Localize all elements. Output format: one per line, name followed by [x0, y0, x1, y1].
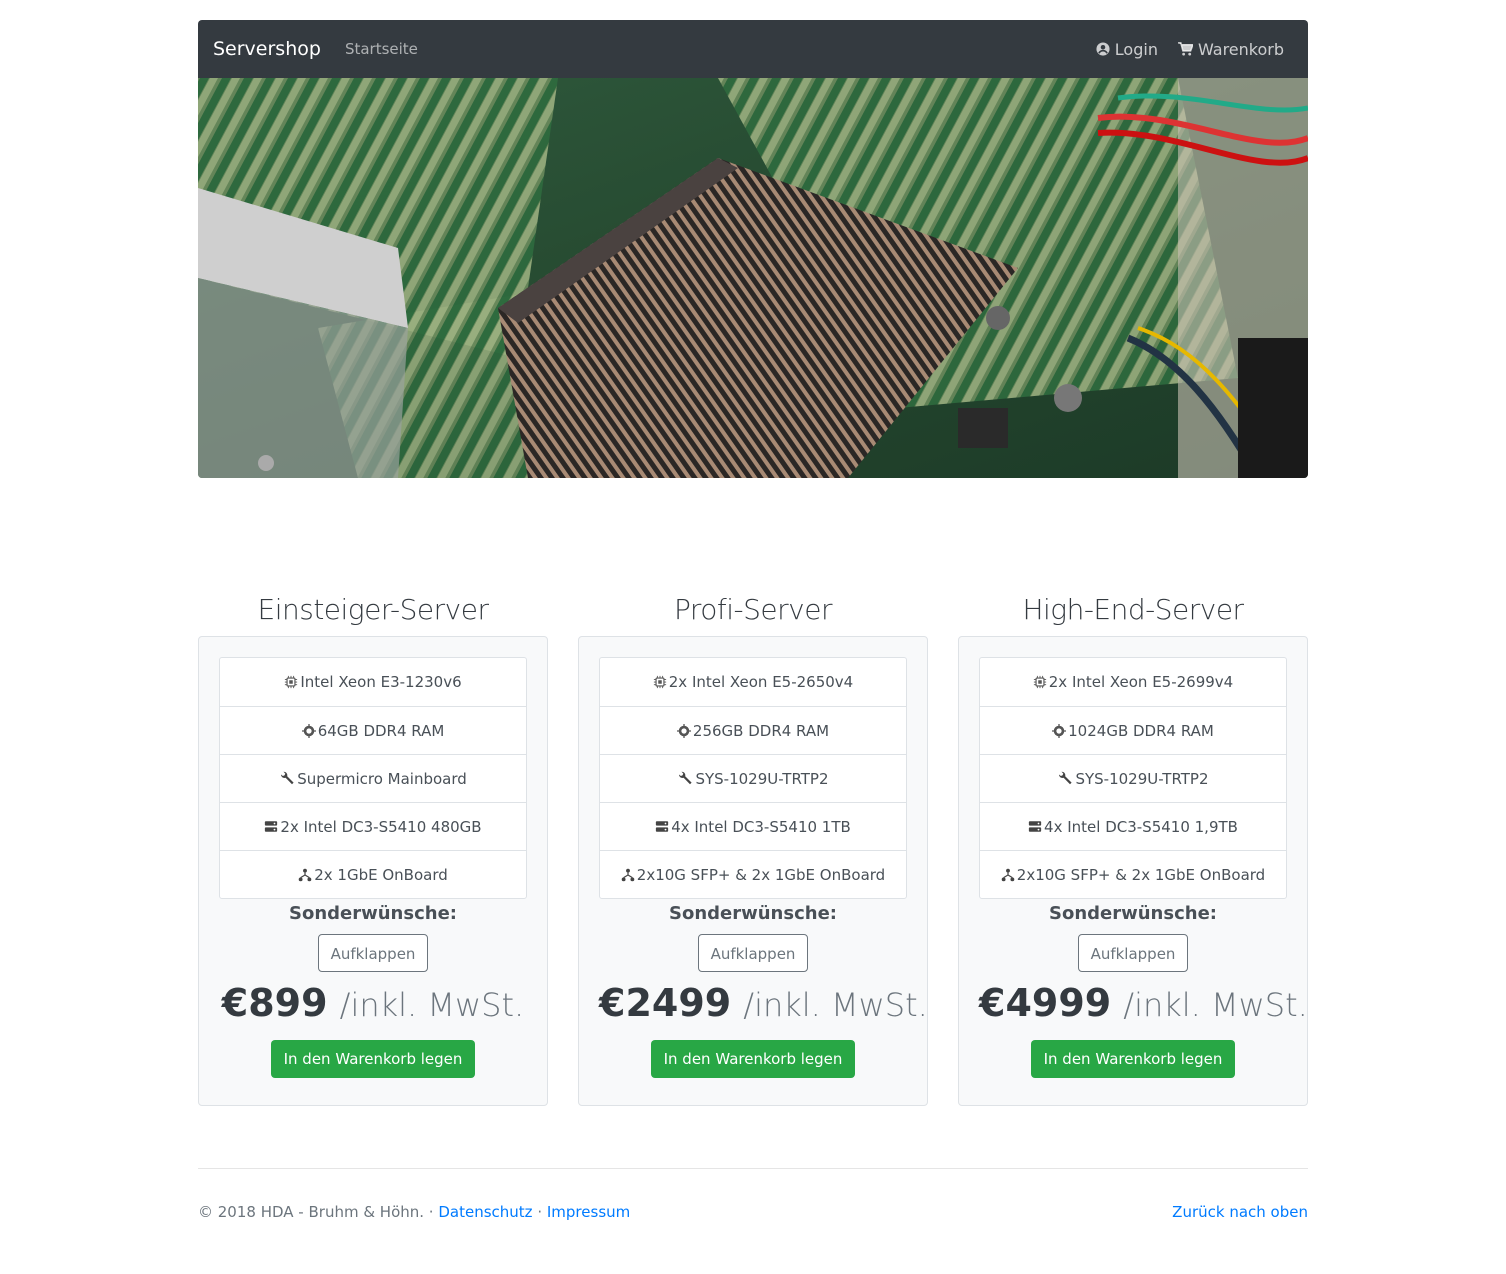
- plan-card-profi: Profi-Server 2x Intel Xeon E5-2650v4 256…: [578, 590, 928, 1106]
- feature-mainboard: SYS-1029U-TRTP2: [600, 754, 906, 802]
- feature-cpu: 2x Intel Xeon E5-2699v4: [980, 658, 1286, 706]
- add-to-cart-button[interactable]: In den Warenkorb legen: [650, 1040, 856, 1078]
- price: €2499 /inkl. MwSt.: [599, 978, 928, 1028]
- footer-left: © 2018 HDA - Bruhm & Höhn. · Datenschutz…: [198, 1203, 630, 1229]
- storage-icon: [264, 820, 278, 833]
- nav-home-link[interactable]: Startseite: [345, 40, 418, 58]
- copyright-text: © 2018 HDA - Bruhm & Höhn. ·: [198, 1203, 439, 1221]
- network-icon: [621, 868, 635, 882]
- feature-text: 2x Intel Xeon E5-2699v4: [1048, 673, 1234, 691]
- expand-button[interactable]: Aufklappen: [317, 934, 429, 972]
- footer: © 2018 HDA - Bruhm & Höhn. · Datenschutz…: [198, 1168, 1308, 1229]
- storage-icon: [1028, 820, 1042, 833]
- feature-ram: 64GB DDR4 RAM: [220, 706, 526, 754]
- price-amount: €4999: [979, 981, 1112, 1025]
- price-unit: /inkl. MwSt.: [339, 986, 525, 1024]
- feature-text: 1024GB DDR4 RAM: [1068, 721, 1214, 740]
- feature-mainboard: Supermicro Mainboard: [220, 754, 526, 802]
- feature-text: 256GB DDR4 RAM: [692, 721, 830, 740]
- feature-list: Intel Xeon E3-1230v6 64GB DDR4 RAM Super…: [219, 657, 527, 899]
- nav-right: Login Warenkorb: [1096, 40, 1284, 59]
- plan-body: 2x Intel Xeon E5-2650v4 256GB DDR4 RAM S…: [578, 636, 928, 1106]
- cart-label: Warenkorb: [1197, 39, 1284, 59]
- feature-storage: 4x Intel DC3-S5410 1TB: [600, 802, 906, 850]
- expand-button[interactable]: Aufklappen: [1077, 934, 1189, 972]
- plan-title: High-End-Server: [1022, 593, 1244, 626]
- feature-network: 2x 1GbE OnBoard: [220, 850, 526, 898]
- brand-link[interactable]: Servershop: [213, 38, 321, 60]
- special-requests-label: Sonderwünsche:: [289, 903, 457, 924]
- feature-network: 2x10G SFP+ & 2x 1GbE OnBoard: [980, 850, 1286, 898]
- feature-cpu: 2x Intel Xeon E5-2650v4: [600, 658, 906, 706]
- wrench-icon: [1057, 771, 1073, 787]
- shopping-cart-icon: [1178, 42, 1193, 56]
- feature-ram: 256GB DDR4 RAM: [600, 706, 906, 754]
- server-mainboard-illustration: [198, 78, 1308, 478]
- feature-text: 2x10G SFP+ & 2x 1GbE OnBoard: [1016, 865, 1266, 884]
- network-icon: [1001, 868, 1015, 882]
- network-icon: [298, 868, 312, 882]
- feature-text: 2x 1GbE OnBoard: [314, 865, 448, 884]
- hero-image: [198, 78, 1308, 478]
- add-to-cart-button[interactable]: In den Warenkorb legen: [270, 1040, 476, 1078]
- memory-icon: [301, 723, 316, 738]
- expand-button[interactable]: Aufklappen: [697, 934, 809, 972]
- footer-separator: ·: [532, 1203, 547, 1221]
- cpu-icon: [284, 675, 298, 689]
- feature-network: 2x10G SFP+ & 2x 1GbE OnBoard: [600, 850, 906, 898]
- feature-cpu: Intel Xeon E3-1230v6: [220, 658, 526, 706]
- cart-link[interactable]: Warenkorb: [1178, 40, 1284, 59]
- plan-body: Intel Xeon E3-1230v6 64GB DDR4 RAM Super…: [198, 636, 548, 1106]
- plan-title: Profi-Server: [674, 593, 832, 626]
- login-link[interactable]: Login: [1096, 40, 1158, 59]
- imprint-link[interactable]: Impressum: [547, 1203, 630, 1221]
- feature-text: 2x Intel Xeon E5-2650v4: [668, 673, 854, 691]
- wrench-icon: [677, 771, 693, 787]
- price-amount: €2499: [599, 981, 732, 1025]
- price: €4999 /inkl. MwSt.: [979, 978, 1308, 1028]
- feature-text: 4x Intel DC3-S5410 1TB: [671, 817, 851, 836]
- feature-text: 4x Intel DC3-S5410 1,9TB: [1044, 817, 1238, 836]
- feature-text: SYS-1029U-TRTP2: [695, 769, 829, 788]
- plan-title: Einsteiger-Server: [257, 593, 489, 626]
- pricing-section: Einsteiger-Server Intel Xeon E3-1230v6 6…: [198, 590, 1308, 1106]
- price: €899 /inkl. MwSt.: [219, 978, 527, 1028]
- cpu-icon: [653, 675, 667, 689]
- feature-text: 2x Intel DC3-S5410 480GB: [280, 817, 482, 836]
- login-label: Login: [1114, 39, 1158, 59]
- special-requests-label: Sonderwünsche:: [1049, 903, 1217, 924]
- price-unit: /inkl. MwSt.: [743, 986, 928, 1024]
- feature-storage: 4x Intel DC3-S5410 1,9TB: [980, 802, 1286, 850]
- privacy-link[interactable]: Datenschutz: [438, 1203, 532, 1221]
- plan-body: 2x Intel Xeon E5-2699v4 1024GB DDR4 RAM …: [958, 636, 1308, 1106]
- navbar: Servershop Startseite Login Warenkorb: [198, 20, 1308, 78]
- footer-right: Zurück nach oben: [1172, 1203, 1308, 1229]
- storage-icon: [655, 820, 669, 833]
- memory-icon: [676, 723, 691, 738]
- user-circle-icon: [1096, 42, 1110, 56]
- plan-card-high-end: High-End-Server 2x Intel Xeon E5-2699v4 …: [958, 590, 1308, 1106]
- feature-ram: 1024GB DDR4 RAM: [980, 706, 1286, 754]
- feature-text: Intel Xeon E3-1230v6: [300, 673, 462, 691]
- price-unit: /inkl. MwSt.: [1123, 986, 1308, 1024]
- feature-text: 64GB DDR4 RAM: [317, 721, 445, 740]
- special-requests-label: Sonderwünsche:: [669, 903, 837, 924]
- memory-icon: [1052, 723, 1067, 738]
- feature-text: Supermicro Mainboard: [297, 769, 467, 788]
- feature-text: SYS-1029U-TRTP2: [1075, 769, 1209, 788]
- feature-storage: 2x Intel DC3-S5410 480GB: [220, 802, 526, 850]
- plan-card-einsteiger: Einsteiger-Server Intel Xeon E3-1230v6 6…: [198, 590, 548, 1106]
- feature-list: 2x Intel Xeon E5-2650v4 256GB DDR4 RAM S…: [599, 657, 907, 899]
- wrench-icon: [279, 771, 295, 787]
- feature-mainboard: SYS-1029U-TRTP2: [980, 754, 1286, 802]
- feature-list: 2x Intel Xeon E5-2699v4 1024GB DDR4 RAM …: [979, 657, 1287, 899]
- cpu-icon: [1033, 675, 1047, 689]
- feature-text: 2x10G SFP+ & 2x 1GbE OnBoard: [636, 865, 886, 884]
- price-amount: €899: [221, 981, 328, 1025]
- add-to-cart-button[interactable]: In den Warenkorb legen: [1030, 1040, 1236, 1078]
- back-to-top-link[interactable]: Zurück nach oben: [1172, 1203, 1308, 1221]
